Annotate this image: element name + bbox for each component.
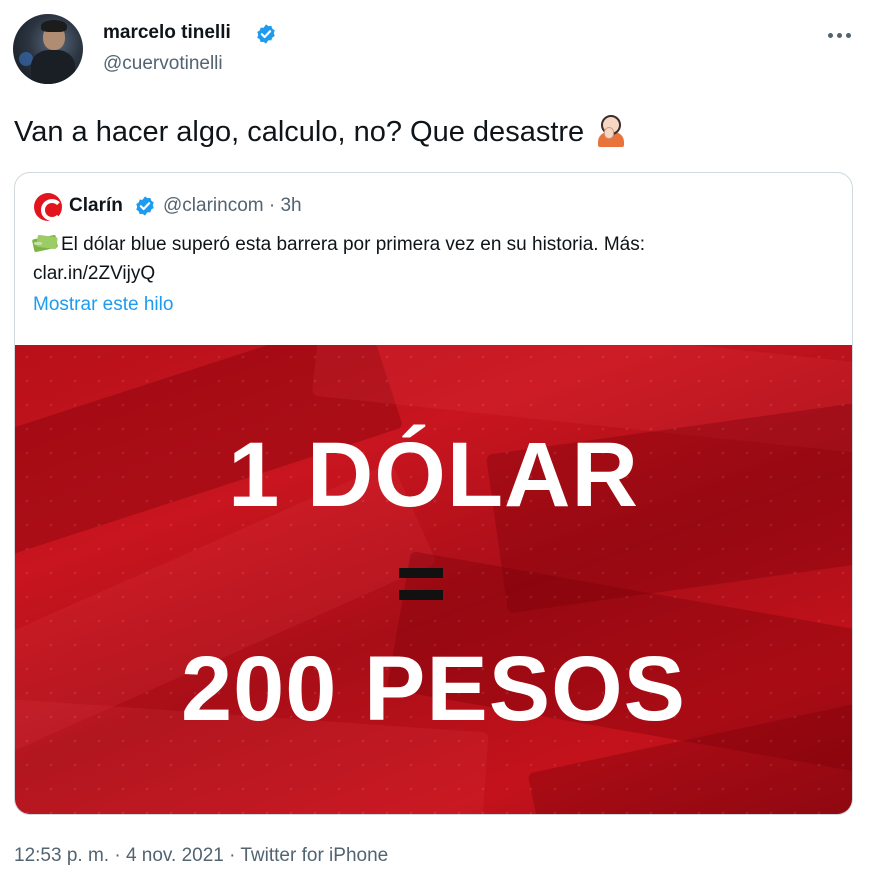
dot: [845, 32, 851, 38]
equals-bar: [399, 590, 443, 600]
tweet-text: Van a hacer algo, calculo, no? Que desas…: [14, 113, 626, 149]
tweet-text-content: Van a hacer algo, calculo, no? Que desas…: [14, 116, 585, 148]
money-with-wings-icon: [31, 234, 59, 253]
equals-icon: [399, 568, 443, 602]
verified-badge-icon: [136, 196, 154, 216]
show-thread-link[interactable]: Mostrar este hilo: [33, 294, 173, 316]
equals-bar: [399, 568, 443, 578]
verified-badge-icon: [257, 24, 275, 44]
avatar-body: [31, 50, 75, 84]
quoted-image[interactable]: 1 DÓLAR 200 PESOS: [15, 345, 852, 814]
quoted-text: El dólar blue superó esta barrera por pr…: [31, 230, 833, 288]
quoted-link[interactable]: clar.in/2ZVijyQ: [33, 263, 155, 284]
image-headline-bottom: 200 PESOS: [180, 638, 687, 740]
tweet: marcelo tinelli @cuervotinelli Van a hac…: [0, 0, 887, 886]
quoted-text-content: El dólar blue superó esta barrera por pr…: [61, 234, 645, 255]
author-name[interactable]: marcelo tinelli: [103, 22, 231, 44]
image-headline-top: 1 DÓLAR: [228, 424, 639, 526]
note-wing: [34, 242, 42, 245]
dot: [827, 32, 833, 38]
quoted-handle-time[interactable]: @clarincom · 3h: [163, 195, 302, 217]
emoji-hand: [604, 127, 615, 139]
quoted-tweet-card[interactable]: Clarín @clarincom · 3h El dólar blue sup…: [14, 172, 853, 815]
dot: [836, 32, 842, 38]
quoted-author-name[interactable]: Clarín: [69, 195, 123, 217]
author-handle[interactable]: @cuervotinelli: [103, 53, 223, 75]
more-options-icon[interactable]: [822, 20, 856, 50]
clarin-logo-icon[interactable]: [34, 193, 63, 221]
avatar[interactable]: [13, 14, 83, 84]
tweet-timestamp[interactable]: 12:53 p. m. · 4 nov. 2021 · Twitter for …: [14, 845, 388, 867]
person-facepalming-icon: [596, 113, 626, 147]
avatar-hair: [41, 20, 67, 32]
